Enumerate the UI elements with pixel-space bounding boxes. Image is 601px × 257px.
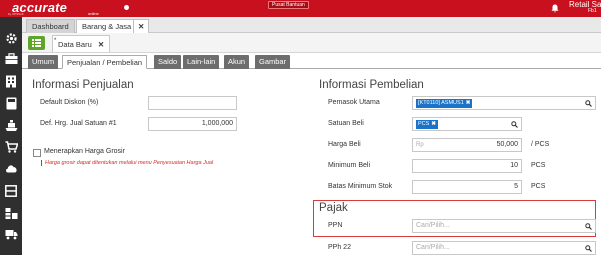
top-bar: accurate online by CPSSoft Pusat Bantuan… <box>0 0 601 17</box>
status-dot-icon <box>124 5 129 10</box>
sidebar <box>0 17 22 255</box>
tab-gambar[interactable]: Gambar <box>255 55 291 69</box>
satuan-chip: PCS ✖ <box>416 120 438 129</box>
cloud-icon[interactable] <box>4 163 18 177</box>
minimum-beli-label: Minimum Beli <box>328 162 371 169</box>
pph22-label: PPh 22 <box>328 244 351 251</box>
truck-icon[interactable] <box>4 229 18 243</box>
grosir-checkbox[interactable] <box>33 149 41 157</box>
unsaved-indicator: * <box>54 38 57 44</box>
batas-stok-value: 5 <box>514 183 518 190</box>
minimum-beli-field[interactable]: 10 <box>412 159 522 173</box>
help-center-button[interactable]: Pusat Bantuan <box>268 1 309 9</box>
pemasok-field[interactable]: [KT0110] ASMUS1 ✖ <box>412 96 596 110</box>
remove-chip-icon[interactable]: ✖ <box>431 121 436 127</box>
ppn-label: PPN <box>328 222 343 229</box>
list-view-button[interactable] <box>28 36 45 50</box>
satuan-beli-label: Satuan Beli <box>328 120 364 127</box>
app-logo-tag: by CPSSoft <box>8 12 24 16</box>
pph22-field[interactable]: Cari/Pilih... <box>412 241 596 255</box>
tab-dashboard[interactable]: Dashboard <box>26 19 75 33</box>
pemasok-label: Pemasok Utama <box>328 99 380 106</box>
harga-beli-label: Harga Beli <box>328 141 361 148</box>
penjualan-section-title: Informasi Penjualan <box>32 79 134 91</box>
ppn-field[interactable]: Cari/Pilih... <box>412 219 596 233</box>
grosir-hint: Harga grosir dapat ditentukan melalui me… <box>41 160 213 166</box>
close-tab-button[interactable]: ✕ <box>133 19 150 33</box>
pemasok-chip-label: [KT0110] ASMUS1 <box>418 100 464 106</box>
ppn-placeholder: Cari/Pilih... <box>416 222 450 229</box>
stack-icon[interactable] <box>4 207 18 221</box>
batas-stok-unit: PCS <box>531 183 546 190</box>
harga-beli-value: 50,000 <box>496 141 518 148</box>
calculator-icon[interactable] <box>4 97 18 111</box>
gear-icon[interactable] <box>4 32 18 46</box>
search-icon[interactable] <box>511 118 518 133</box>
harga-beli-unit: / PCS <box>531 141 550 148</box>
tab-dashboard-label: Dashboard <box>32 22 69 31</box>
close-icon[interactable]: ✕ <box>98 40 104 49</box>
tab-data-baru[interactable]: * Data Baru ✕ <box>52 35 111 52</box>
tab-data-baru-label: Data Baru <box>58 40 92 49</box>
harga-jual-label: Def. Hrg. Jual Satuan #1 <box>40 120 117 127</box>
company-code: Fb1 <box>588 8 597 14</box>
harga-jual-field[interactable]: 1,000,000 <box>148 117 237 131</box>
close-icon: ✕ <box>138 22 145 31</box>
record-toolbar: * Data Baru ✕ <box>22 33 601 53</box>
module-tab-bar: Dashboard Barang & Jasa ✕ <box>22 17 601 33</box>
tab-penjualan-pembelian[interactable]: Penjualan / Pembelian <box>62 55 148 69</box>
default-diskon-field[interactable] <box>148 96 237 110</box>
search-icon[interactable] <box>585 97 592 112</box>
minimum-beli-value: 10 <box>510 162 518 169</box>
box-icon[interactable] <box>4 185 18 199</box>
tab-lain-lain[interactable]: Lain-lain <box>183 55 220 69</box>
harga-jual-value: 1,000,000 <box>201 120 233 127</box>
grosir-label: Menerapkan Harga Grosir <box>44 148 125 155</box>
tab-saldo[interactable]: Saldo <box>154 55 182 69</box>
tab-akun[interactable]: Akun <box>224 55 250 69</box>
default-diskon-label: Default Diskon (%) <box>40 99 99 106</box>
satuan-beli-field[interactable]: PCS ✖ <box>412 117 522 131</box>
search-icon[interactable] <box>585 220 592 235</box>
tab-barang-jasa-label: Barang & Jasa <box>82 22 132 31</box>
cart-loaded-icon[interactable] <box>4 119 18 133</box>
pembelian-section-title: Informasi Pembelian <box>319 79 424 91</box>
satuan-chip-label: PCS <box>418 121 430 127</box>
harga-beli-field[interactable]: Rp 50,000 <box>412 138 522 152</box>
minimum-beli-unit: PCS <box>531 162 546 169</box>
remove-chip-icon[interactable]: ✖ <box>466 100 471 106</box>
currency-prefix: Rp <box>416 142 424 148</box>
app-logo-sub: online <box>88 11 99 16</box>
pph22-placeholder: Cari/Pilih... <box>416 244 450 251</box>
bell-icon[interactable] <box>551 4 559 15</box>
briefcase-icon[interactable] <box>4 53 18 67</box>
building-icon[interactable] <box>4 75 18 89</box>
batas-stok-field[interactable]: 5 <box>412 180 522 194</box>
form-tab-bar: Umum Penjualan / Pembelian Saldo Lain-la… <box>22 53 601 69</box>
shopping-cart-icon[interactable] <box>4 141 19 155</box>
tab-barang-jasa[interactable]: Barang & Jasa <box>76 19 138 33</box>
batas-stok-label: Batas Minimum Stok <box>328 183 393 190</box>
pemasok-chip: [KT0110] ASMUS1 ✖ <box>416 99 473 108</box>
tab-umum[interactable]: Umum <box>28 55 59 69</box>
